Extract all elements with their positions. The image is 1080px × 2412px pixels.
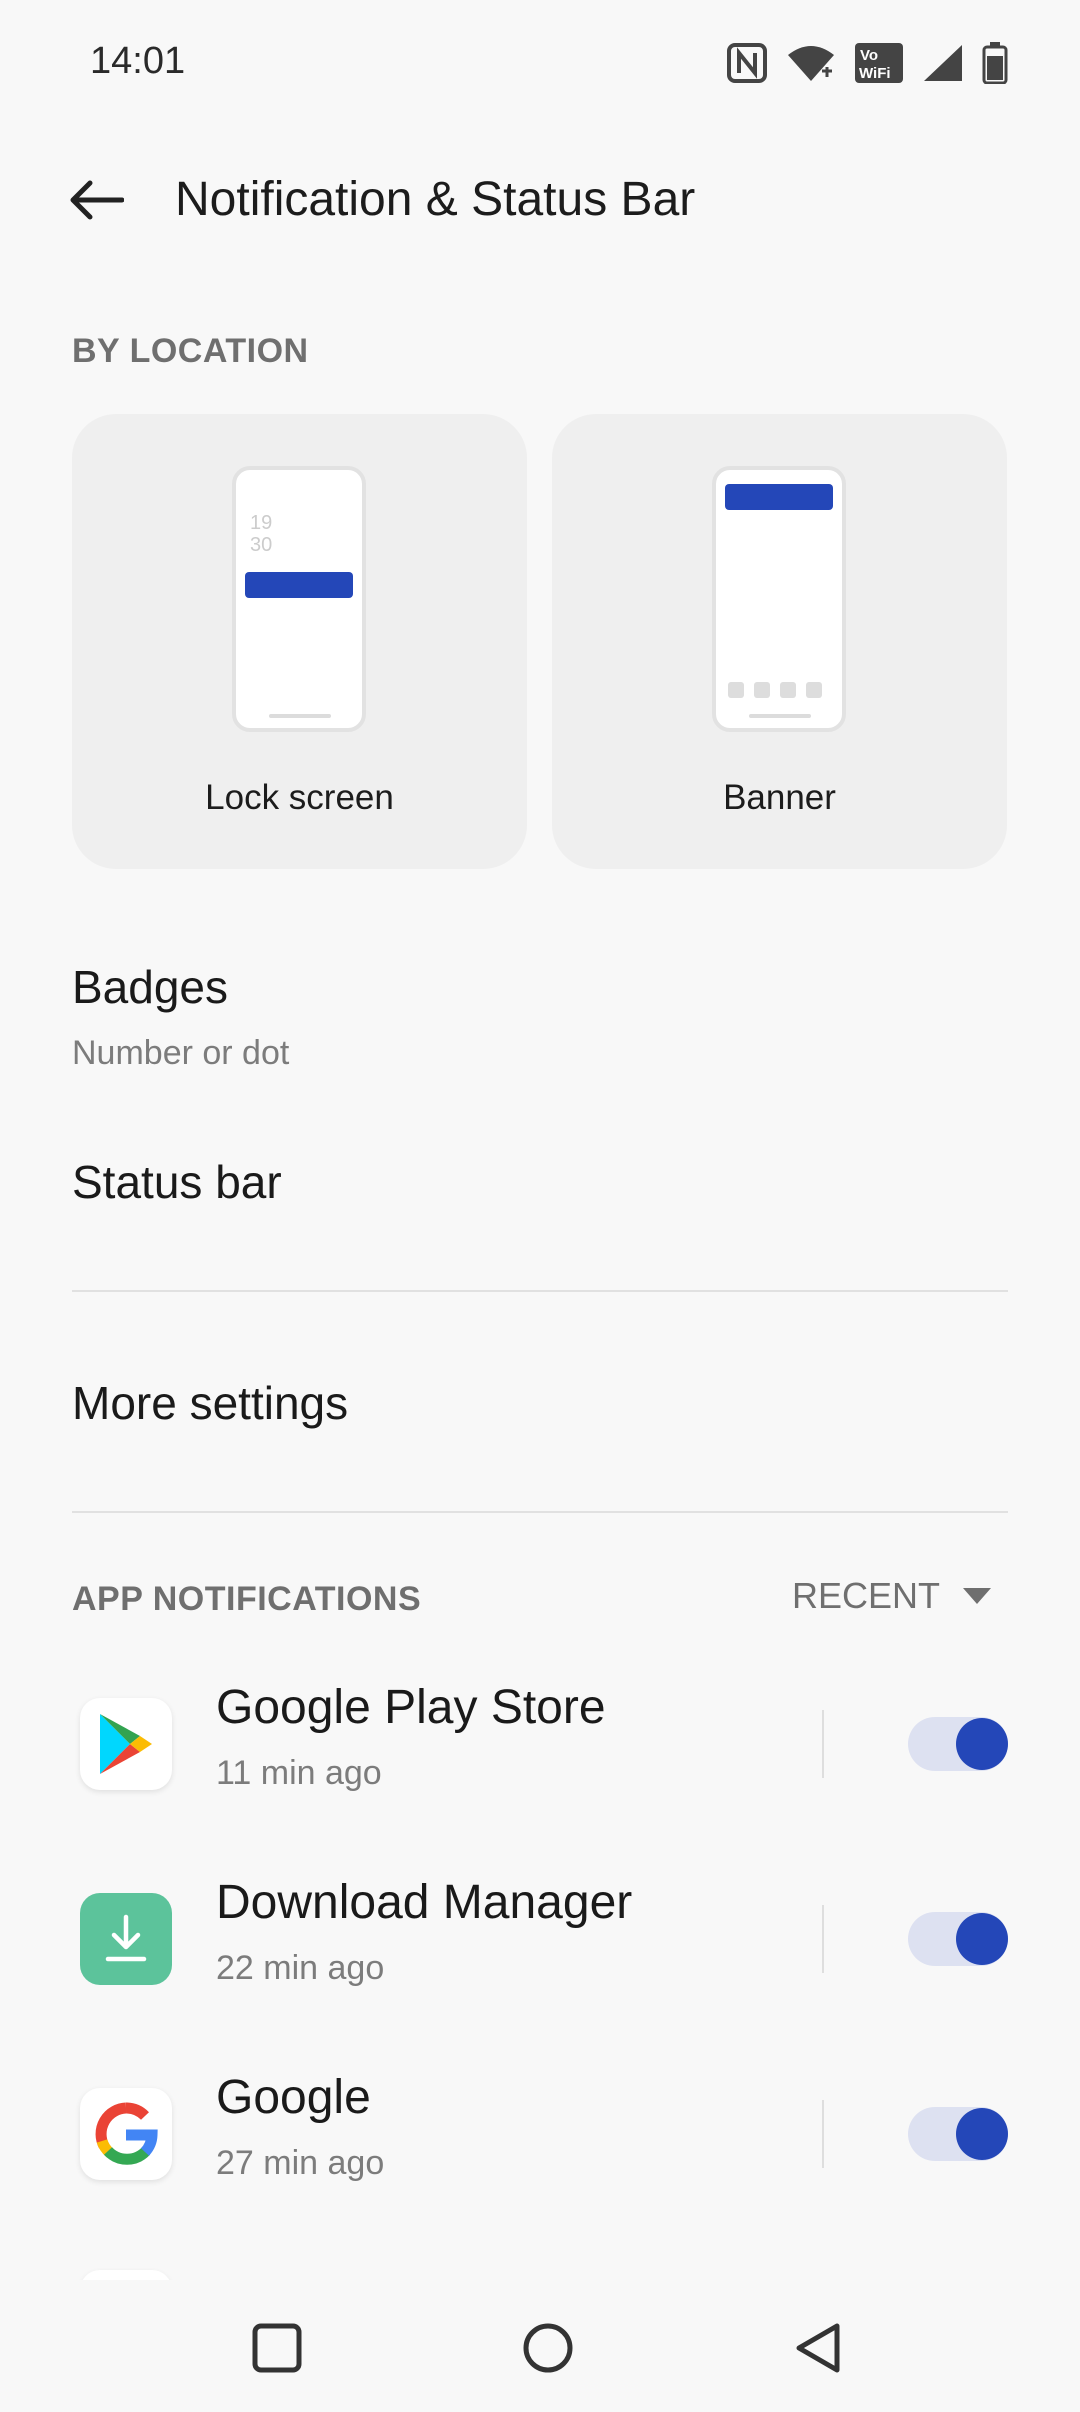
nfc-icon <box>726 42 768 84</box>
sort-dropdown[interactable]: RECENT <box>792 1575 992 1617</box>
arrow-left-icon <box>70 180 124 220</box>
more-settings-row[interactable]: More settings <box>72 1376 1008 1430</box>
back-button[interactable] <box>60 164 132 236</box>
lock-screen-preview: 19 30 <box>232 466 366 732</box>
svg-text:Vo: Vo <box>860 47 878 64</box>
page-title: Notification & Status Bar <box>175 173 696 226</box>
battery-icon <box>982 42 1008 84</box>
lock-screen-label: Lock screen <box>205 778 394 817</box>
badges-title: Badges <box>72 961 229 1013</box>
banner-label: Banner <box>723 778 836 817</box>
status-bar-title: Status bar <box>72 1156 282 1208</box>
app-bar: Notification & Status Bar <box>0 150 1080 250</box>
more-settings-title: More settings <box>72 1377 349 1429</box>
preview-home-indicator <box>269 714 331 718</box>
wifi-icon <box>786 43 836 83</box>
separator <box>822 2100 824 2168</box>
notification-toggle[interactable] <box>908 1717 1008 1771</box>
notification-toggle[interactable] <box>908 2107 1008 2161</box>
badges-subtitle: Number or dot <box>72 1034 290 1072</box>
app-time: 22 min ago <box>216 1949 385 1987</box>
preview-clock: 19 30 <box>250 512 273 556</box>
app-time: 11 min ago <box>216 1754 382 1792</box>
banner-card[interactable]: Banner <box>552 414 1007 869</box>
toggle-knob <box>956 1718 1008 1770</box>
system-navigation-bar <box>0 2280 1080 2412</box>
divider <box>72 1511 1008 1513</box>
divider <box>72 1290 1008 1292</box>
system-status-bar: 14:01 Vo WiFi <box>0 0 1080 130</box>
separator <box>822 1710 824 1778</box>
badges-row[interactable]: Badges Number or dot <box>72 960 1008 1073</box>
home-circle-icon <box>523 2323 573 2373</box>
app-row-google-play-store[interactable]: Google Play Store 11 min ago <box>0 1680 1080 1850</box>
svg-text:WiFi: WiFi <box>859 65 891 82</box>
app-row-google[interactable]: Google 27 min ago <box>0 2070 1080 2240</box>
google-play-icon <box>80 1698 172 1790</box>
back-triangle-icon <box>796 2323 840 2373</box>
signal-icon <box>922 43 964 83</box>
app-name: Download Manager <box>216 1876 633 1929</box>
app-row-download-manager[interactable]: Download Manager 22 min ago <box>0 1875 1080 2045</box>
app-time: 27 min ago <box>216 2144 385 2182</box>
toggle-knob <box>956 2108 1008 2160</box>
app-notifications-label: APP NOTIFICATIONS <box>72 1580 422 1618</box>
preview-banner-bar <box>725 484 833 510</box>
preview-dock <box>728 682 822 698</box>
toggle-knob <box>956 1913 1008 1965</box>
google-g-icon <box>80 2088 172 2180</box>
preview-notification-bar <box>245 572 353 598</box>
status-bar-row[interactable]: Status bar <box>72 1155 1008 1209</box>
status-time: 14:01 <box>90 40 186 82</box>
recents-square-icon <box>252 2323 302 2373</box>
app-name: Google <box>216 2071 371 2124</box>
banner-preview <box>712 466 846 732</box>
sort-value: RECENT <box>791 1575 940 1616</box>
separator <box>822 1905 824 1973</box>
status-icons: Vo WiFi <box>726 38 1008 88</box>
app-name: Google Play Store <box>216 1681 606 1734</box>
by-location-label: BY LOCATION <box>72 332 309 370</box>
recents-button[interactable] <box>227 2308 327 2388</box>
notification-settings-screen: 14:01 VoWiFi Notification & Status Bar <box>0 0 1080 2412</box>
chevron-down-icon <box>963 1588 991 1604</box>
download-icon <box>80 1893 172 1985</box>
back-nav-button[interactable] <box>768 2308 868 2388</box>
lock-screen-card[interactable]: 19 30 Lock screen <box>72 414 527 869</box>
notification-toggle[interactable] <box>908 1912 1008 1966</box>
vowifi-icon: Vo WiFi <box>854 42 904 84</box>
home-button[interactable] <box>498 2308 598 2388</box>
preview-home-indicator <box>749 714 811 718</box>
